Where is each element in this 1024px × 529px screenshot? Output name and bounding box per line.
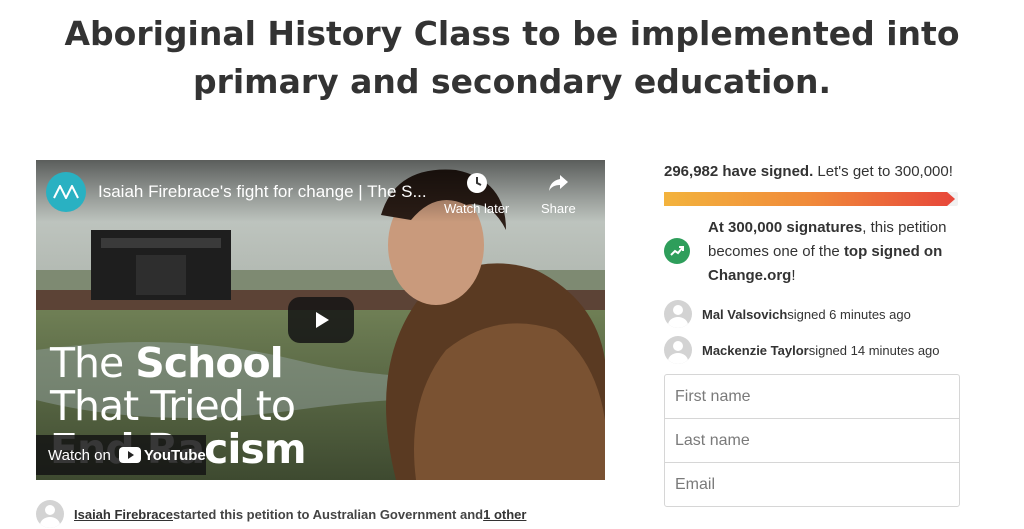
signature-panel: 296,982 have signed. Let's get to 300,00… xyxy=(664,160,960,507)
watch-on-label: Watch on xyxy=(48,446,111,464)
last-name-field[interactable]: Last name xyxy=(665,419,959,463)
recent-signer: Mal Valsovich signed 6 minutes ago xyxy=(664,300,960,328)
share-label: Share xyxy=(541,201,576,216)
play-button[interactable] xyxy=(288,297,354,343)
page-title: Aboriginal History Class to be implement… xyxy=(0,10,1024,106)
milestone-message: At 300,000 signatures, this petition bec… xyxy=(664,216,960,288)
overlay-line-2: That Tried to xyxy=(50,382,296,430)
email-field[interactable]: Email xyxy=(665,463,959,506)
clock-icon xyxy=(466,173,487,193)
signed-cta: Let's get to 300,000! xyxy=(813,163,953,180)
share-button[interactable]: Share xyxy=(541,172,576,216)
first-name-field[interactable]: First name xyxy=(665,375,959,419)
watch-later-label: Watch later xyxy=(444,201,510,216)
play-icon xyxy=(316,312,329,328)
avatar xyxy=(664,300,692,328)
overlay-bold: School xyxy=(135,339,283,387)
progress-fill xyxy=(664,192,955,206)
youtube-label: YouTube xyxy=(143,446,206,464)
signer-name: Mal Valsovich xyxy=(702,306,788,322)
watch-on-youtube-button[interactable]: Watch on YouTube xyxy=(36,435,206,475)
petition-starter: Isaiah Firebrace started this petition t… xyxy=(36,500,526,528)
overlay-line-1: The School xyxy=(50,339,284,387)
video-title[interactable]: Isaiah Firebrace's fight for change | Th… xyxy=(98,182,427,202)
youtube-icon xyxy=(118,447,141,463)
abc-logo-icon[interactable] xyxy=(46,172,86,212)
avatar xyxy=(36,500,64,528)
avatar xyxy=(664,336,692,364)
signed-count: 296,982 have signed. xyxy=(664,163,814,180)
milestone-bold: At 300,000 signatures xyxy=(708,219,863,236)
signature-progress-bar xyxy=(664,192,958,206)
watch-later-button[interactable]: Watch later xyxy=(444,172,509,216)
starter-text: started this petition to Australian Gove… xyxy=(173,506,484,522)
overlay-light: The xyxy=(50,339,136,387)
signature-count: 296,982 have signed. Let's get to 300,00… xyxy=(664,160,960,184)
milestone-text: At 300,000 signatures, this petition bec… xyxy=(708,216,960,288)
share-icon xyxy=(549,175,569,191)
title-line-2: primary and secondary education. xyxy=(192,62,832,101)
signer-action: signed 14 minutes ago xyxy=(808,342,940,358)
signer-action: signed 6 minutes ago xyxy=(787,306,911,322)
starter-name-link[interactable]: Isaiah Firebrace xyxy=(74,507,173,522)
sign-form: First name Last name Email xyxy=(664,374,960,507)
recent-signer: Mackenzie Taylor signed 14 minutes ago xyxy=(664,336,960,364)
title-line-1: Aboriginal History Class to be implement… xyxy=(64,14,960,53)
video-player[interactable]: Isaiah Firebrace's fight for change | Th… xyxy=(36,160,605,480)
signer-name: Mackenzie Taylor xyxy=(702,342,809,358)
trending-up-icon xyxy=(664,238,690,264)
youtube-logo: YouTube xyxy=(118,446,206,464)
milestone-end: ! xyxy=(791,267,796,284)
other-starters-link[interactable]: 1 other xyxy=(483,507,526,522)
